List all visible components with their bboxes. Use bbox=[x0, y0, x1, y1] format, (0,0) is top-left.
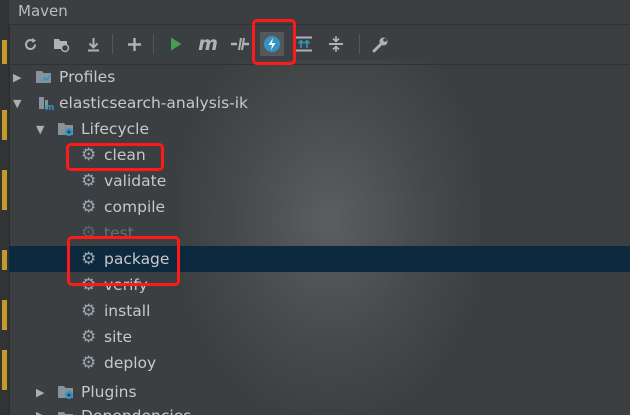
add-maven-project-icon[interactable] bbox=[122, 32, 146, 56]
goal-package[interactable]: ⚙ package bbox=[9, 246, 630, 272]
gear-icon: ⚙ bbox=[81, 274, 97, 295]
run-maven-build-icon[interactable] bbox=[164, 32, 188, 56]
tree-item-profiles[interactable]: ▶ Profiles bbox=[9, 64, 630, 90]
execute-maven-goal-icon[interactable]: m bbox=[196, 32, 220, 56]
tree-item-label: Plugins bbox=[81, 383, 137, 401]
toolbar-separator bbox=[112, 34, 113, 54]
goal-test[interactable]: ⚙ test bbox=[9, 220, 630, 246]
goal-label: site bbox=[104, 328, 132, 346]
toggle-offline-mode-icon[interactable] bbox=[228, 32, 252, 56]
tree-item-label: Lifecycle bbox=[81, 120, 149, 138]
collapse-arrow-icon[interactable]: ▼ bbox=[13, 97, 21, 110]
reload-all-icon[interactable] bbox=[18, 32, 42, 56]
collapse-arrow-icon[interactable]: ▼ bbox=[36, 123, 44, 136]
toolbar-separator bbox=[153, 34, 154, 54]
goal-label: clean bbox=[104, 146, 146, 164]
toolbar-separator bbox=[359, 34, 360, 54]
dependencies-folder-icon bbox=[58, 412, 73, 415]
svg-text:m: m bbox=[45, 103, 54, 111]
tree-item-plugins[interactable]: ▶ Plugins bbox=[9, 379, 630, 405]
tree-item-project[interactable]: ▼ m elasticsearch-analysis-ik bbox=[9, 90, 630, 116]
goal-compile[interactable]: ⚙ compile bbox=[9, 194, 630, 220]
goal-validate[interactable]: ⚙ validate bbox=[9, 168, 630, 194]
gear-icon: ⚙ bbox=[81, 352, 97, 373]
goal-label: compile bbox=[104, 198, 166, 216]
goal-label-disabled: test bbox=[104, 224, 134, 242]
tree-item-lifecycle[interactable]: ▼ Lifecycle bbox=[9, 116, 630, 142]
lifecycle-folder-icon bbox=[58, 123, 73, 136]
goal-label: install bbox=[104, 302, 151, 320]
tree-item-label: Dependencies bbox=[81, 407, 191, 415]
gear-icon: ⚙ bbox=[81, 196, 97, 217]
goal-site[interactable]: ⚙ site bbox=[9, 324, 630, 350]
tool-window-title: Maven bbox=[18, 2, 68, 20]
expand-arrow-icon[interactable]: ▶ bbox=[36, 386, 44, 399]
maven-project-icon: m bbox=[39, 97, 54, 111]
gear-icon: ⚙ bbox=[81, 144, 97, 165]
maven-projects-tree: ▶ Profiles ▼ m elasticsearch-analysis-ik… bbox=[9, 64, 630, 415]
plugins-folder-icon bbox=[58, 386, 73, 399]
maven-toolbar: m bbox=[9, 24, 630, 65]
collapse-all-icon[interactable] bbox=[324, 32, 348, 56]
goal-deploy[interactable]: ⚙ deploy bbox=[9, 350, 630, 376]
maven-settings-icon[interactable] bbox=[368, 32, 392, 56]
goal-label: deploy bbox=[104, 354, 157, 372]
gear-icon: ⚙ bbox=[81, 248, 97, 269]
show-dependencies-icon[interactable] bbox=[292, 32, 316, 56]
gear-icon: ⚙ bbox=[81, 326, 97, 347]
tree-item-label: elasticsearch-analysis-ik bbox=[59, 94, 249, 112]
generate-sources-icon[interactable] bbox=[49, 32, 73, 56]
skip-tests-icon[interactable] bbox=[260, 32, 284, 56]
gear-icon: ⚙ bbox=[81, 222, 97, 243]
tree-item-label: Profiles bbox=[59, 68, 116, 86]
expand-arrow-icon[interactable]: ▶ bbox=[13, 71, 21, 84]
goal-label: validate bbox=[104, 172, 167, 190]
gear-icon: ⚙ bbox=[81, 170, 97, 191]
goal-label: package bbox=[104, 250, 170, 268]
goal-clean[interactable]: ⚙ clean bbox=[9, 142, 630, 168]
profiles-folder-icon bbox=[36, 71, 51, 83]
download-sources-icon[interactable] bbox=[81, 32, 105, 56]
expand-arrow-icon[interactable]: ▶ bbox=[36, 409, 44, 415]
goal-verify[interactable]: ⚙ verify bbox=[9, 272, 630, 298]
tree-item-dependencies[interactable]: ▶ Dependencies bbox=[9, 403, 630, 415]
goal-install[interactable]: ⚙ install bbox=[9, 298, 630, 324]
gear-icon: ⚙ bbox=[81, 300, 97, 321]
goal-label: verify bbox=[104, 276, 148, 294]
tool-window-header: Maven bbox=[9, 0, 630, 25]
